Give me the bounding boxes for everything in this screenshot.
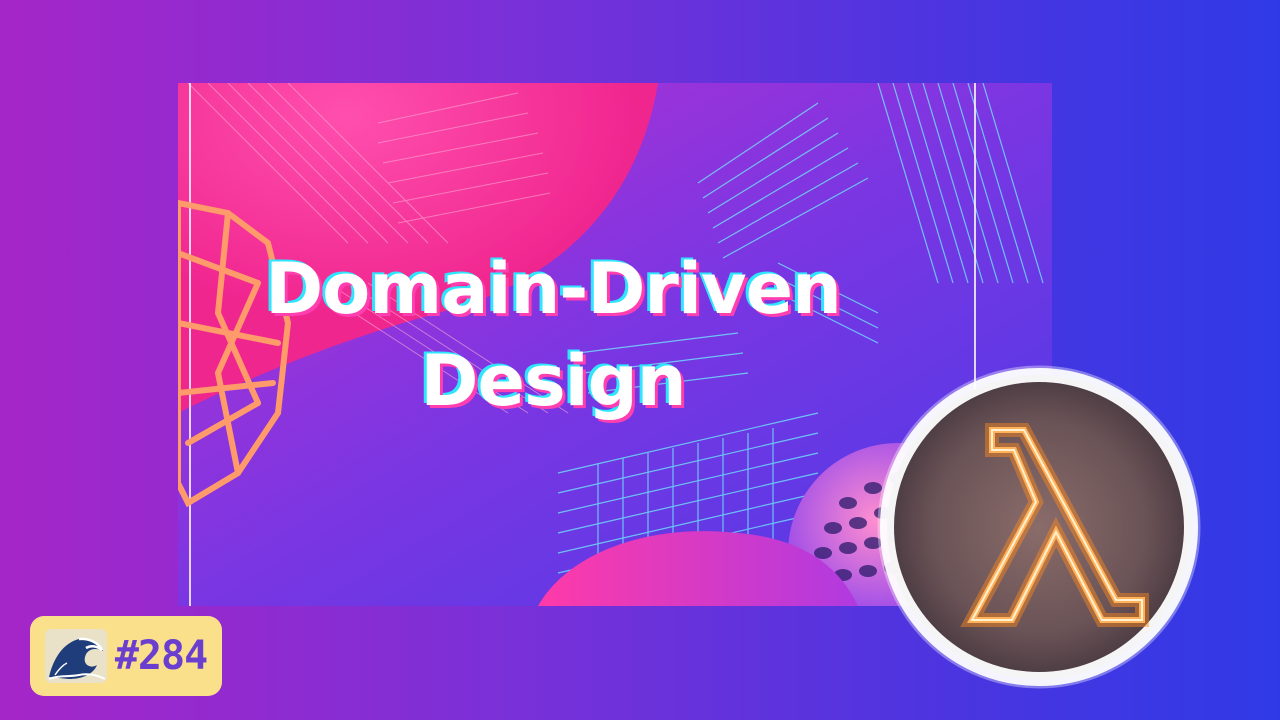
- episode-badge: #284: [30, 616, 222, 696]
- episode-number: #284: [114, 633, 208, 679]
- lambda-logo: [877, 365, 1201, 689]
- episode-title-line-2: Design: [420, 340, 686, 422]
- great-wave-icon: [44, 629, 107, 683]
- episode-title: Domain-Driven Design: [178, 243, 928, 427]
- episode-title-line-1: Domain-Driven: [265, 248, 842, 330]
